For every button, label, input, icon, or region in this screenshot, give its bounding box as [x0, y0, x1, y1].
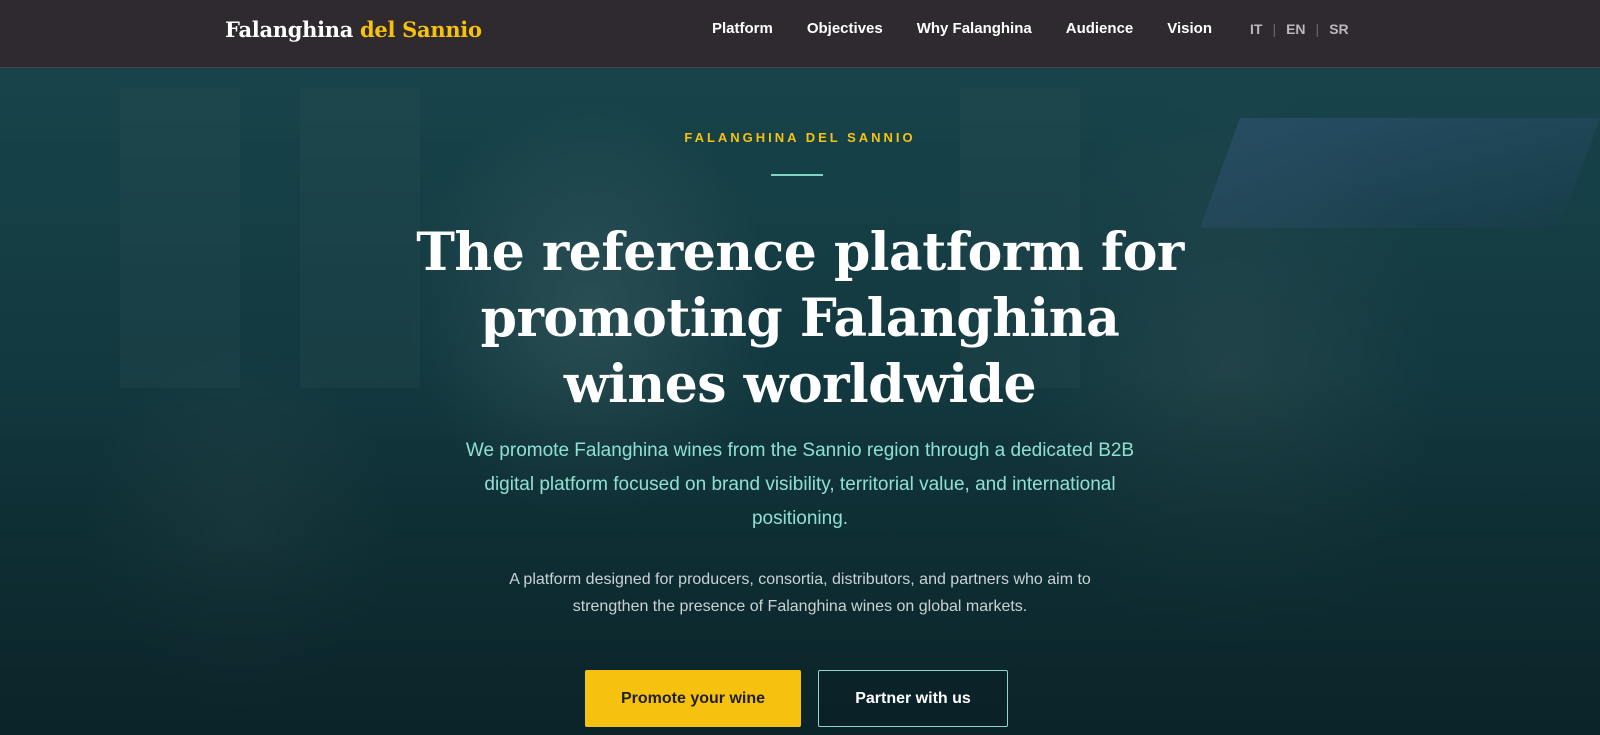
lang-separator: |	[1315, 21, 1320, 37]
lang-separator: |	[1272, 21, 1277, 37]
promote-your-wine-button[interactable]: Promote your wine	[585, 670, 801, 727]
brand-logo[interactable]: Falanghina del Sannio	[225, 17, 482, 42]
lang-it[interactable]: IT	[1250, 21, 1262, 37]
nav-link-audience[interactable]: Audience	[1066, 20, 1134, 37]
lang-en[interactable]: EN	[1286, 21, 1305, 37]
partner-with-us-button[interactable]: Partner with us	[818, 670, 1008, 727]
hero-headline: The reference platform for promoting Fal…	[416, 222, 1184, 415]
language-switcher: IT | EN | SR	[1250, 21, 1349, 37]
brand-name-accent: del Sannio	[360, 17, 482, 42]
hero-divider	[771, 174, 823, 176]
hero-content: FALANGHINA DEL SANNIO The reference plat…	[0, 68, 1600, 735]
hero-eyebrow: FALANGHINA DEL SANNIO	[684, 130, 916, 145]
nav-link-objectives[interactable]: Objectives	[807, 20, 883, 37]
hero-sub-text: A platform designed for producers, conso…	[509, 571, 1091, 615]
brand-name-primary: Falanghina	[225, 17, 354, 42]
nav-link-vision[interactable]: Vision	[1167, 20, 1212, 37]
hero-lead-text: We promote Falanghina wines from the San…	[465, 440, 1135, 529]
top-navbar: Falanghina del Sannio Platform Objective…	[0, 0, 1600, 68]
hero-section: FALANGHINA DEL SANNIO The reference plat…	[0, 68, 1600, 735]
nav-link-platform[interactable]: Platform	[712, 20, 773, 37]
nav-link-why-falanghina[interactable]: Why Falanghina	[917, 20, 1032, 37]
main-nav: Platform Objectives Why Falanghina Audie…	[712, 20, 1212, 37]
lang-sr[interactable]: SR	[1329, 21, 1348, 37]
